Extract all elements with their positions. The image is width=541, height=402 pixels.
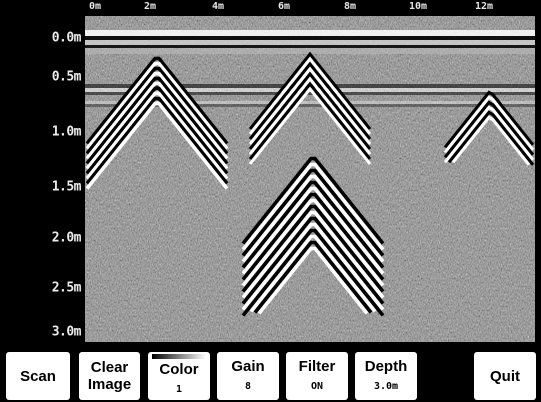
color-button[interactable]: Color 1 bbox=[148, 352, 210, 400]
depth-tick-label: 3.0m bbox=[51, 324, 82, 340]
gain-button[interactable]: Gain 8 bbox=[217, 352, 279, 400]
gain-value: 8 bbox=[244, 380, 252, 392]
filter-button-label: Filter bbox=[298, 357, 336, 375]
distance-tick-label: 4m bbox=[211, 1, 225, 12]
scan-button-label: Scan bbox=[20, 367, 56, 385]
depth-button-label: Depth bbox=[364, 357, 408, 375]
color-button-label: Color bbox=[159, 360, 199, 378]
gpr-radargram[interactable] bbox=[85, 16, 535, 342]
distance-tick-label: 12m bbox=[474, 1, 494, 12]
distance-tick-label: 10m bbox=[408, 1, 428, 12]
distance-axis: 0m 2m 4m 6m 8m 10m 12m bbox=[0, 0, 541, 16]
quit-button[interactable]: Quit bbox=[474, 352, 536, 400]
quit-button-label: Quit bbox=[490, 367, 520, 385]
depth-axis: 0.0m 0.5m 1.0m 1.5m 2.0m 2.5m 3.0m bbox=[0, 16, 85, 342]
depth-tick-label: 2.5m bbox=[51, 280, 82, 296]
depth-tick-label: 1.0m bbox=[51, 124, 82, 140]
depth-tick-label: 2.0m bbox=[51, 230, 82, 246]
depth-tick-label: 0.5m bbox=[51, 69, 82, 85]
distance-tick-label: 0m bbox=[88, 1, 102, 12]
depth-tick-label: 1.5m bbox=[51, 179, 82, 195]
filter-button[interactable]: Filter ON bbox=[286, 352, 348, 400]
distance-tick-label: 2m bbox=[143, 1, 157, 12]
filter-value: ON bbox=[310, 380, 324, 392]
toolbar: Scan Clear Image Color 1 Gain 8 Filter O… bbox=[0, 342, 541, 402]
distance-tick-label: 6m bbox=[277, 1, 291, 12]
scan-button[interactable]: Scan bbox=[6, 352, 70, 400]
depth-value: 3.0m bbox=[373, 380, 399, 392]
color-value: 1 bbox=[175, 383, 183, 395]
depth-button[interactable]: Depth 3.0m bbox=[355, 352, 417, 400]
clear-image-label-line2: Image bbox=[87, 376, 132, 393]
clear-image-label-line1: Clear bbox=[90, 359, 129, 376]
clear-image-button[interactable]: Clear Image bbox=[79, 352, 140, 400]
radargram-image bbox=[85, 16, 535, 342]
color-palette-bar bbox=[152, 354, 206, 359]
depth-tick-label: 0.0m bbox=[51, 30, 82, 46]
distance-tick-label: 8m bbox=[343, 1, 357, 12]
gain-button-label: Gain bbox=[231, 357, 265, 375]
